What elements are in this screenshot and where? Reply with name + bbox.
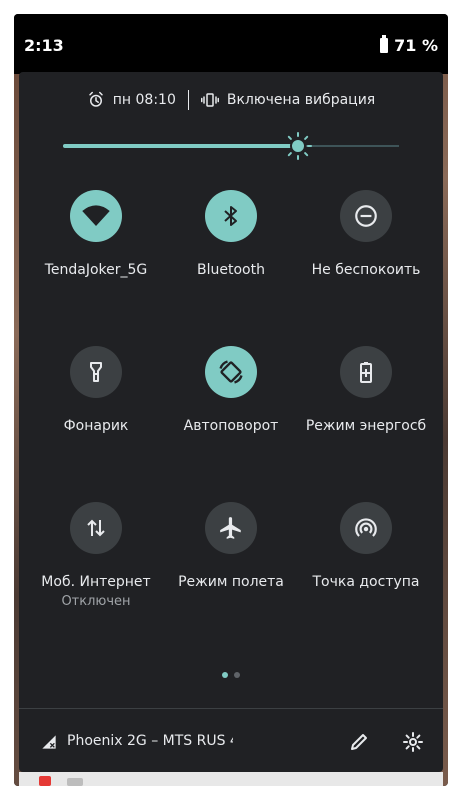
tile-label: Режим энергосб <box>305 418 427 434</box>
wifi-icon <box>82 205 110 226</box>
tile-bluetooth-button[interactable] <box>205 190 257 242</box>
edit-icon[interactable] <box>347 730 371 754</box>
autorotate-icon <box>219 360 243 384</box>
notification-peek[interactable] <box>19 772 443 786</box>
qs-footer: Phoenix 2G – MTS RUS 4G <box>19 722 443 762</box>
tile-dnd[interactable]: Не беспокоить <box>296 190 436 278</box>
airplane-icon <box>220 517 241 539</box>
tile-label: Автоповорот <box>183 418 279 434</box>
tile-battery-saver[interactable]: Режим энергосб <box>296 346 436 434</box>
tile-label: TendaJoker_5G <box>44 262 148 278</box>
battery-icon <box>380 35 389 53</box>
dnd-icon <box>355 205 377 227</box>
flashlight-icon <box>90 362 102 382</box>
tile-label: Bluetooth <box>197 262 265 278</box>
ringer-mode: Включена вибрация <box>226 92 376 108</box>
tile-label: Фонарик <box>63 418 129 434</box>
tile-bluetooth[interactable]: Bluetooth <box>161 190 301 278</box>
brightness-slider[interactable] <box>63 132 399 160</box>
status-bar: 2:13 71 % <box>14 14 448 74</box>
mobile-data-icon <box>87 519 105 537</box>
tile-label: Точка доступа <box>312 574 420 590</box>
tile-dnd-button[interactable] <box>340 190 392 242</box>
device-screen: 2:13 71 % пн 08:10 Включена вибрация Ten… <box>14 14 448 786</box>
brightness-fill <box>63 144 299 148</box>
page-dot-2[interactable] <box>234 672 240 678</box>
tile-flashlight[interactable]: Фонарик <box>26 346 166 434</box>
tile-label: Режим полета <box>178 574 284 590</box>
carrier-name: Phoenix 2G – MTS RUS 4G <box>67 733 233 749</box>
tile-wifi-button[interactable] <box>70 190 122 242</box>
settings-gear-icon[interactable] <box>401 730 425 754</box>
tile-label: Моб. Интернет <box>41 574 151 590</box>
tile-sublabel: Отключен <box>61 594 131 609</box>
footer-divider <box>19 708 443 709</box>
tile-flashlight-button[interactable] <box>70 346 122 398</box>
vibrate-icon <box>200 93 219 107</box>
app-notification-icon <box>67 778 83 786</box>
tile-wifi[interactable]: TendaJoker_5G <box>26 190 166 278</box>
battery-indicator: 71 % <box>380 35 438 55</box>
quick-settings-panel: пн 08:10 Включена вибрация TendaJoker_5G… <box>19 72 443 772</box>
signal-off-icon <box>42 735 56 749</box>
page-indicator <box>19 672 443 678</box>
hotspot-icon <box>355 518 377 537</box>
alarm-icon <box>89 91 103 107</box>
tile-hotspot[interactable]: Точка доступа <box>296 502 436 590</box>
tile-label: Не беспокоить <box>311 262 421 278</box>
header-divider <box>187 90 189 110</box>
battery-percent: 71 % <box>394 36 438 55</box>
clock: 2:13 <box>24 36 64 55</box>
tile-airplane[interactable]: Режим полета <box>161 502 301 590</box>
tile-mobile-data-button[interactable] <box>70 502 122 554</box>
battery-saver-icon <box>360 362 372 383</box>
qs-header: пн 08:10 Включена вибрация <box>19 88 443 112</box>
brightness-thumb-icon[interactable] <box>284 132 313 160</box>
app-notification-icon <box>39 776 51 786</box>
tile-autorotate-button[interactable] <box>205 346 257 398</box>
tile-battery-saver-button[interactable] <box>340 346 392 398</box>
tile-airplane-button[interactable] <box>205 502 257 554</box>
page-dot-1[interactable] <box>222 672 228 678</box>
ringer-info[interactable]: Включена вибрация <box>200 91 376 109</box>
alarm-time: пн 08:10 <box>112 92 176 108</box>
tile-mobile-data[interactable]: Моб. Интернет Отключен <box>26 502 166 609</box>
tile-autorotate[interactable]: Автоповорот <box>161 346 301 434</box>
alarm-info[interactable]: пн 08:10 <box>87 91 176 109</box>
tile-hotspot-button[interactable] <box>340 502 392 554</box>
bluetooth-icon <box>224 206 237 226</box>
